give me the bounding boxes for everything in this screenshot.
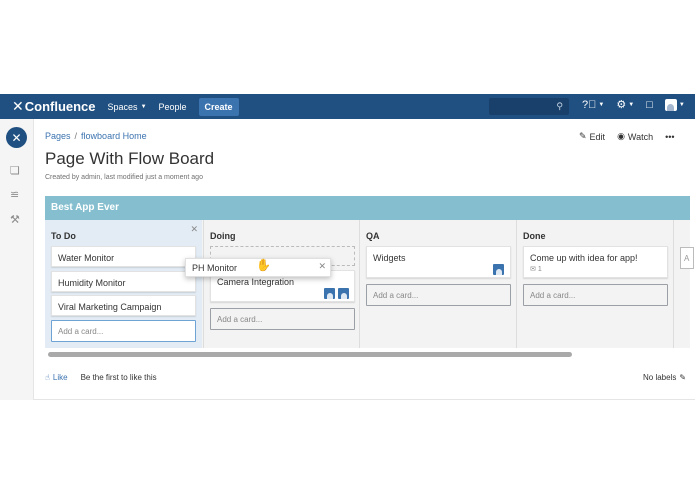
breadcrumb: Pages / flowboard Home	[45, 131, 147, 141]
spaces-menu[interactable]: Spaces ▼	[108, 102, 147, 112]
add-card-input-partial[interactable]: A	[680, 247, 694, 269]
search-input[interactable]: ⚲	[489, 98, 569, 115]
add-card-input[interactable]: Add a card...	[51, 320, 196, 342]
board-title: Best App Ever	[45, 196, 690, 220]
confluence-logo-text: Confluence	[24, 99, 96, 114]
space-sidebar: ✕ ❏ ≌ ⚒	[0, 119, 34, 400]
board-columns: To Do ✕ Water Monitor Humidity Monitor V…	[45, 220, 690, 348]
confluence-logo[interactable]: ✕ Confluence	[12, 98, 96, 115]
gear-icon: ⚙	[616, 99, 627, 111]
column-doing: Doing Camera Integration Add a card...	[203, 220, 359, 348]
card-label: Camera Integration	[217, 277, 295, 287]
inbox-icon: □	[646, 98, 653, 111]
card-come-up-with-idea[interactable]: Come up with idea for app!	[523, 246, 668, 278]
edit-label: Edit	[589, 131, 606, 142]
assignee-avatar-icon[interactable]	[493, 264, 504, 275]
more-actions-button[interactable]: •••	[665, 132, 674, 142]
card-label: Widgets	[373, 253, 406, 263]
close-icon[interactable]: ✕	[190, 224, 198, 235]
like-label: Like	[52, 373, 68, 382]
eye-icon: ◉	[617, 131, 625, 141]
page-metadata: Created by admin, last modified just a m…	[45, 174, 203, 181]
spaces-menu-label: Spaces	[107, 101, 138, 112]
avatar-icon	[664, 98, 677, 111]
add-card-input[interactable]: Add a card...	[210, 308, 355, 330]
create-button[interactable]: Create	[198, 97, 239, 116]
page-title: Page With Flow Board	[45, 149, 215, 168]
grab-hand-cursor-icon: ✋	[256, 258, 271, 272]
card-viral-marketing[interactable]: Viral Marketing Campaign	[51, 295, 196, 316]
comment-count-value: 1	[537, 266, 542, 273]
column-todo: To Do ✕ Water Monitor Humidity Monitor V…	[45, 220, 202, 348]
board-scrollbar-thumb[interactable]	[48, 352, 572, 357]
breadcrumb-separator: /	[74, 131, 78, 141]
chevron-down-icon: ▼	[598, 101, 605, 108]
space-logo-icon[interactable]: ✕	[6, 127, 27, 148]
chevron-down-icon: ▼	[140, 103, 147, 110]
chevron-down-icon: ▼	[678, 101, 685, 108]
top-navigation-bar: ✕ Confluence Spaces ▼ People Create ⚲ ?⃝…	[0, 94, 695, 119]
like-status: Be the first to like this	[80, 373, 157, 382]
close-icon[interactable]: ✕	[318, 261, 326, 272]
tree-icon[interactable]: ⚒	[10, 213, 20, 226]
rss-feed-icon[interactable]: ≌	[10, 188, 19, 201]
like-button[interactable]: ☝ Like	[45, 373, 68, 382]
column-qa: QA Widgets Add a card...	[359, 220, 516, 348]
comment-icon: ✉	[530, 266, 536, 273]
pencil-icon: ✎	[579, 131, 587, 141]
footer-divider	[34, 399, 695, 400]
search-icon: ⚲	[556, 101, 563, 111]
pencil-icon[interactable]: ✎	[679, 373, 686, 382]
card-label: Come up with idea for app!	[530, 253, 638, 263]
thumbs-up-icon: ☝	[45, 373, 50, 382]
breadcrumb-home[interactable]: flowboard Home	[81, 131, 147, 141]
comment-count: ✉ 1	[530, 265, 542, 273]
breadcrumb-pages[interactable]: Pages	[45, 131, 71, 141]
pages-icon[interactable]: ❏	[10, 164, 20, 177]
page-actions: ✎ Edit ◉ Watch •••	[579, 131, 687, 142]
chevron-down-icon: ▼	[628, 101, 635, 108]
assignee-avatar-icon[interactable]	[338, 288, 349, 299]
people-link[interactable]: People	[159, 102, 187, 112]
people-link-label: People	[158, 101, 187, 112]
column-title: Doing	[210, 231, 236, 241]
confluence-logo-icon: ✕	[12, 98, 24, 114]
column-title: QA	[366, 231, 380, 241]
nav-icon-group: ?⃝ ▼ ⚙ ▼ □ ▼	[582, 98, 695, 111]
notifications-button[interactable]: □	[646, 99, 653, 111]
column-title: Done	[523, 231, 546, 241]
add-card-input[interactable]: Add a card...	[523, 284, 668, 306]
help-icon: ?⃝	[582, 98, 597, 111]
column-title: To Do	[51, 231, 76, 241]
card-widgets[interactable]: Widgets	[366, 246, 511, 278]
labels-status: No labels	[643, 373, 677, 382]
assignee-avatar-icon[interactable]	[324, 288, 335, 299]
watch-button[interactable]: ◉ Watch	[617, 131, 653, 142]
column-next-partial	[673, 220, 690, 348]
card-water-monitor[interactable]: Water Monitor	[51, 246, 196, 267]
edit-button[interactable]: ✎ Edit	[579, 131, 605, 142]
card-label: PH Monitor	[192, 263, 238, 273]
more-icon: •••	[665, 131, 675, 142]
add-card-input[interactable]: Add a card...	[366, 284, 511, 306]
user-menu[interactable]: ▼	[664, 98, 685, 111]
labels-section: No labels ✎	[643, 373, 686, 382]
help-menu[interactable]: ?⃝ ▼	[582, 99, 604, 111]
column-done: Done Come up with idea for app! ✉ 1 Add …	[516, 220, 673, 348]
settings-menu[interactable]: ⚙ ▼	[616, 98, 634, 111]
watch-label: Watch	[627, 131, 654, 142]
like-section: ☝ Like Be the first to like this	[45, 373, 157, 382]
card-humidity-monitor[interactable]: Humidity Monitor	[51, 271, 196, 292]
